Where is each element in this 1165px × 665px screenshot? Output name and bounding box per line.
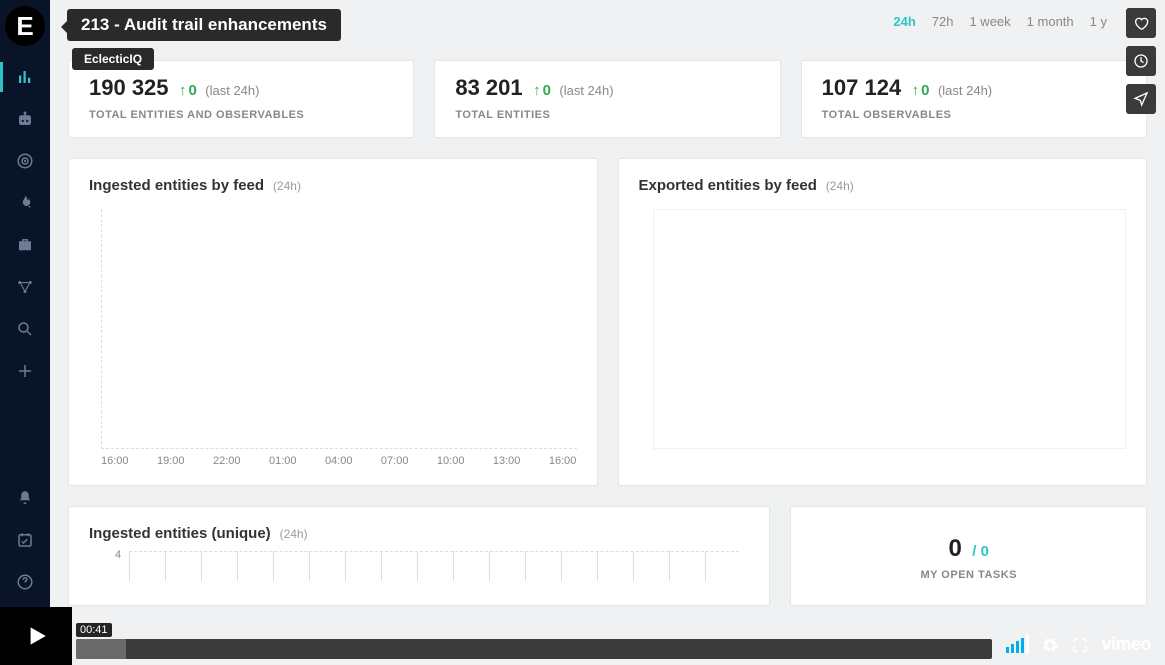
chart-sub: (24h) — [273, 179, 301, 193]
paper-plane-icon — [1133, 91, 1149, 107]
bell-icon — [16, 489, 34, 507]
fullscreen-icon[interactable] — [1071, 636, 1089, 654]
nav-fire[interactable] — [0, 182, 50, 224]
tab-24h[interactable]: 24h — [893, 14, 915, 29]
tasks-value: 0 — [948, 535, 961, 562]
stat-row: 190 325 ↑ 0 (last 24h) TOTAL ENTITIES AN… — [68, 60, 1147, 138]
tasks-denom: / 0 — [972, 543, 989, 560]
watch-later-button[interactable] — [1126, 46, 1156, 76]
tab-1month[interactable]: 1 month — [1027, 14, 1074, 29]
robot-icon — [16, 110, 34, 128]
nodes-icon — [16, 278, 34, 296]
chart-y-tick: 4 — [115, 549, 121, 561]
chart-ingested-by-feed: Ingested entities by feed (24h) 16:00 19… — [68, 158, 598, 486]
fire-icon — [16, 194, 34, 212]
like-button[interactable] — [1126, 8, 1156, 38]
nav-bell[interactable] — [0, 477, 50, 519]
play-button[interactable] — [0, 607, 72, 665]
main-area: 24h 72h 1 week 1 month 1 y 190 325 ↑ 0 (… — [50, 0, 1165, 665]
stat-label: TOTAL OBSERVABLES — [822, 109, 1126, 121]
stat-period: (last 24h) — [559, 83, 613, 98]
player-body: 00:41 — [72, 619, 1000, 665]
stat-total-entities-observables: 190 325 ↑ 0 (last 24h) TOTAL ENTITIES AN… — [68, 60, 414, 138]
stat-label: TOTAL ENTITIES — [455, 109, 759, 121]
playhead-time: 00:41 — [76, 623, 112, 637]
calendar-check-icon — [16, 531, 34, 549]
chart-sub: (24h) — [280, 527, 308, 541]
tab-1year[interactable]: 1 y — [1090, 14, 1107, 29]
stat-total-entities: 83 201 ↑ 0 (last 24h) TOTAL ENTITIES — [434, 60, 780, 138]
chart-x-axis: 16:00 19:00 22:00 01:00 04:00 07:00 10:0… — [101, 449, 577, 467]
nav-robot[interactable] — [0, 98, 50, 140]
chart-plot-area — [101, 209, 577, 449]
stat-label: TOTAL ENTITIES AND OBSERVABLES — [89, 109, 393, 121]
video-owner-tooltip: EclecticIQ — [72, 48, 154, 70]
tab-1week[interactable]: 1 week — [969, 14, 1010, 29]
stat-delta: ↑ 0 — [179, 82, 197, 99]
stat-period: (last 24h) — [205, 83, 259, 98]
volume-control[interactable] — [1006, 637, 1029, 653]
nav-search[interactable] — [0, 308, 50, 350]
chart-title: Ingested entities (unique) — [89, 525, 271, 542]
stat-delta: ↑ 0 — [533, 82, 551, 99]
clock-icon — [1133, 53, 1149, 69]
search-icon — [16, 320, 34, 338]
scrubber-progress — [76, 639, 126, 659]
tasks-label: MY OPEN TASKS — [811, 569, 1126, 581]
nav-dashboard[interactable] — [0, 56, 50, 98]
right-action-rail — [1126, 8, 1156, 114]
stat-delta: ↑ 0 — [912, 82, 930, 99]
nav-add[interactable] — [0, 350, 50, 392]
nav-calendar[interactable] — [0, 519, 50, 561]
settings-icon[interactable] — [1041, 636, 1059, 654]
chart-ingested-unique: Ingested entities (unique) (24h) 4 — [68, 506, 770, 606]
video-title-tooltip: 213 - Audit trail enhancements — [67, 9, 341, 41]
bar-chart-icon — [16, 68, 34, 86]
tab-72h[interactable]: 72h — [932, 14, 954, 29]
left-nav: E — [0, 0, 50, 665]
nav-graph[interactable] — [0, 266, 50, 308]
briefcase-icon — [16, 236, 34, 254]
time-range-tabs: 24h 72h 1 week 1 month 1 y — [893, 14, 1107, 29]
target-icon — [16, 152, 34, 170]
plus-icon — [16, 362, 34, 380]
nav-help[interactable] — [0, 561, 50, 603]
chart-exported-by-feed: Exported entities by feed (24h) — [618, 158, 1148, 486]
nav-target[interactable] — [0, 140, 50, 182]
stat-value: 107 124 — [822, 75, 902, 101]
my-open-tasks-card: 0 / 0 MY OPEN TASKS — [790, 506, 1147, 606]
chart-sub: (24h) — [826, 179, 854, 193]
chart-row: Ingested entities by feed (24h) 16:00 19… — [68, 158, 1147, 486]
stat-value: 83 201 — [455, 75, 522, 101]
chart-plot-area: 4 — [89, 551, 749, 581]
chart-title: Exported entities by feed — [639, 177, 817, 194]
play-icon — [23, 623, 49, 649]
nav-briefcase[interactable] — [0, 224, 50, 266]
chart-title: Ingested entities by feed — [89, 177, 264, 194]
stat-value: 190 325 — [89, 75, 169, 101]
stat-total-observables: 107 124 ↑ 0 (last 24h) TOTAL OBSERVABLES — [801, 60, 1147, 138]
share-button[interactable] — [1126, 84, 1156, 114]
dashboard-content: 190 325 ↑ 0 (last 24h) TOTAL ENTITIES AN… — [68, 60, 1147, 665]
scrubber[interactable] — [76, 639, 992, 659]
video-player-bar: 00:41 vimeo — [0, 607, 1165, 665]
app-logo[interactable]: E — [5, 6, 45, 46]
vimeo-logo[interactable]: vimeo — [1101, 634, 1151, 655]
help-icon — [16, 573, 34, 591]
heart-icon — [1133, 15, 1149, 31]
chart-plot-area-empty — [653, 209, 1127, 449]
player-right-controls: vimeo — [1000, 634, 1165, 665]
lower-row: Ingested entities (unique) (24h) 4 0 / 0… — [68, 506, 1147, 606]
chart-gridlines — [129, 551, 739, 581]
stat-period: (last 24h) — [938, 83, 992, 98]
